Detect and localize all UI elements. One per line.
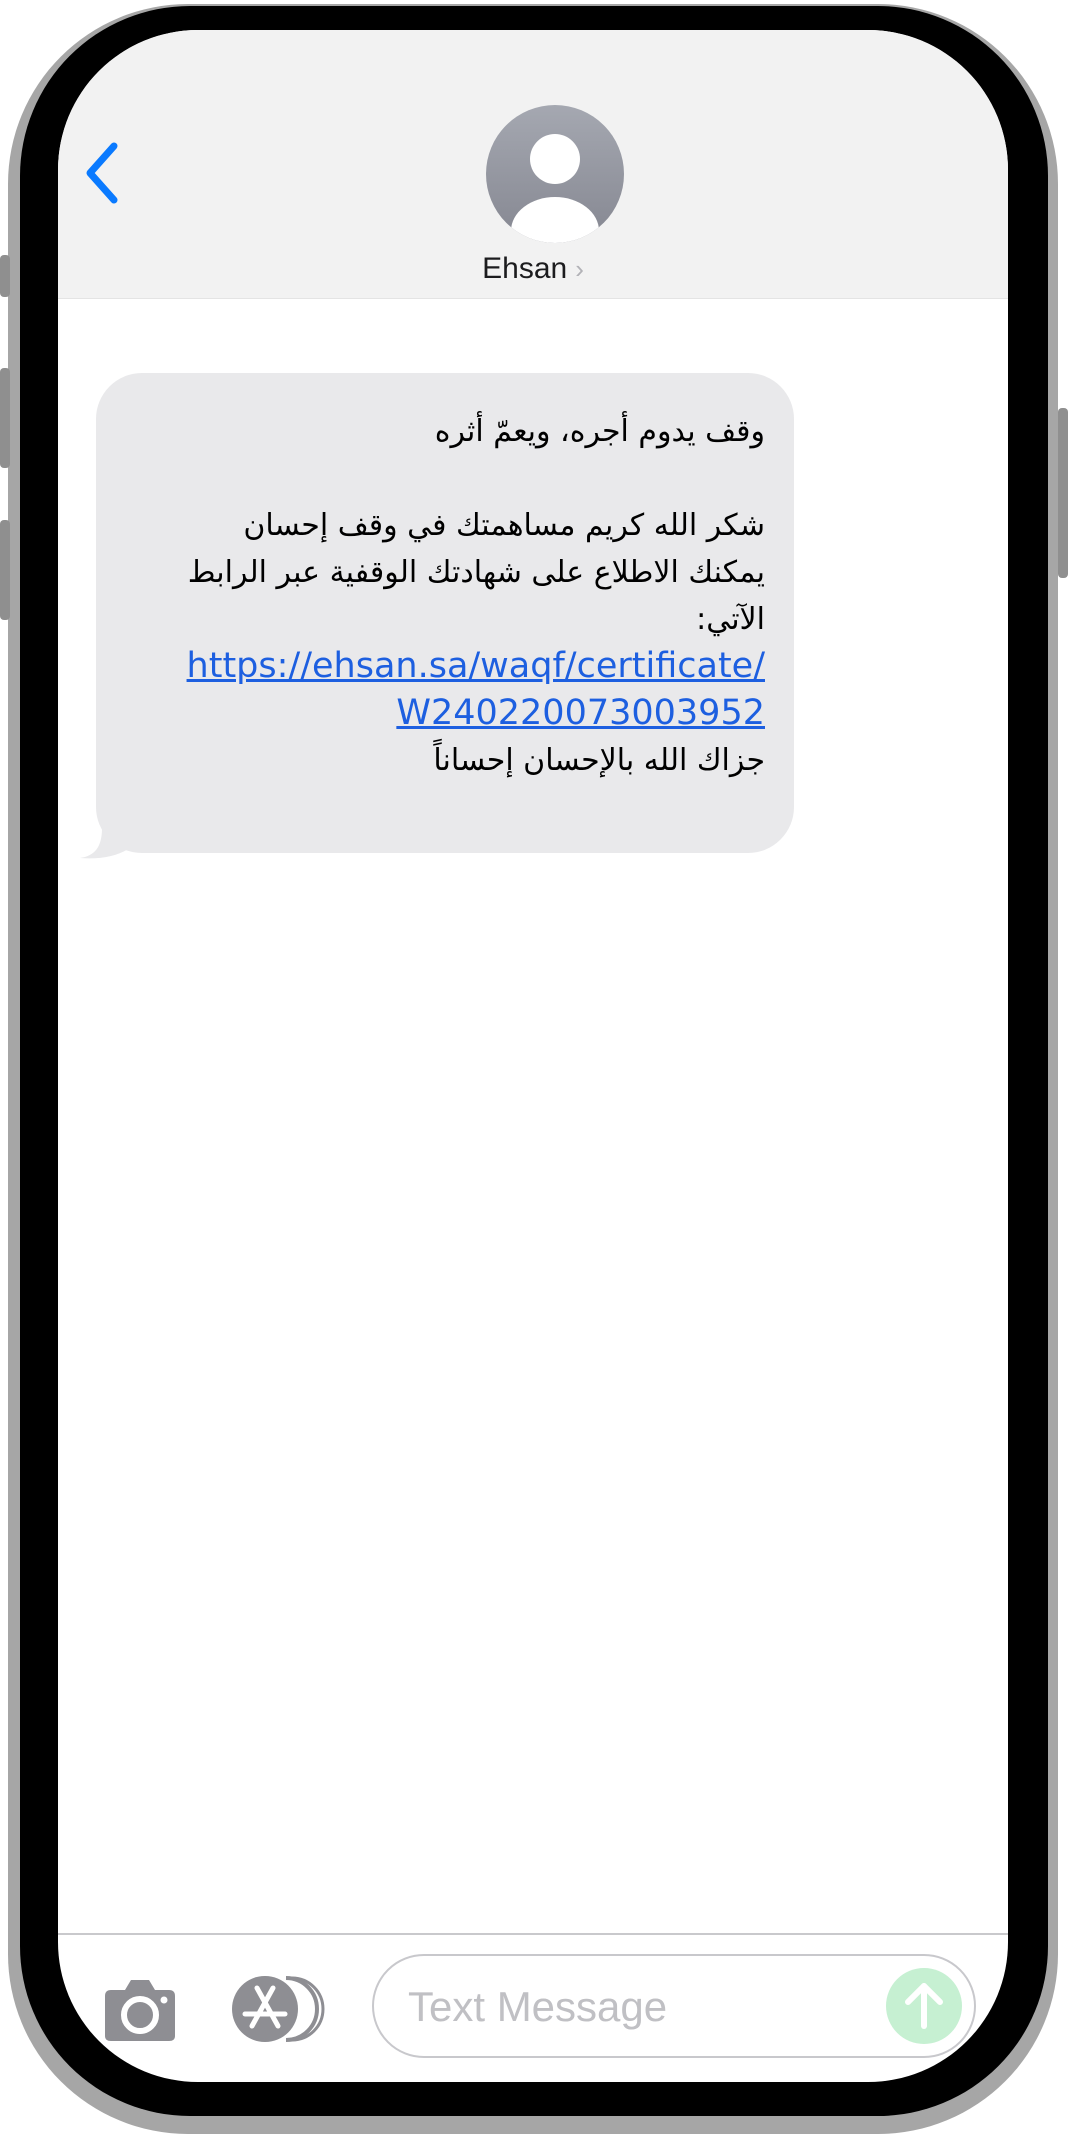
contact-name-button[interactable]: Ehsan › [58,252,1008,286]
arrow-up-icon [905,1983,943,2029]
bubble-tail [80,820,140,859]
certificate-link[interactable]: https://ehsan.sa/waqf/certificate/ W2402… [118,643,765,737]
back-button[interactable] [78,138,128,208]
person-silhouette-icon [511,134,599,243]
conversation-header: Ehsan › [58,30,1008,299]
power-button [1058,408,1068,578]
app-store-icon [232,1976,325,2042]
message-input[interactable] [406,1974,850,2040]
messages-screen: Ehsan › وقف يدوم أجره، ويعمّ أثره شكر الل… [58,30,1008,2082]
camera-button[interactable] [103,1978,177,2042]
send-button[interactable] [886,1968,962,2044]
composer-divider [58,1933,1008,1935]
message-line: يمكنك الاطلاع على شهادتك الوقفية عبر الر… [187,555,765,590]
certificate-link-part[interactable]: W240220073003952 [396,693,765,733]
chevron-left-icon [86,142,118,204]
contact-avatar[interactable] [486,105,624,243]
mute-switch [0,255,10,297]
message-text: وقف يدوم أجره، ويعمّ أثره شكر الله كريم … [118,408,765,784]
camera-icon [105,1980,175,2041]
message-input-container [372,1954,976,2058]
message-line: الآتي: [696,602,765,637]
certificate-link-part[interactable]: https://ehsan.sa/waqf/certificate/ [187,646,765,686]
volume-up-button [0,368,10,468]
message-line: وقف يدوم أجره، ويعمّ أثره [434,414,765,449]
contact-name: Ehsan [482,252,568,285]
chevron-right-icon: › [575,254,584,284]
message-line: جزاك الله بالإحسان إحساناً [433,743,765,778]
volume-down-button [0,520,10,620]
app-store-button[interactable] [230,1974,326,2044]
message-line: شكر الله كريم مساهمتك في وقف إحسان [243,508,765,543]
